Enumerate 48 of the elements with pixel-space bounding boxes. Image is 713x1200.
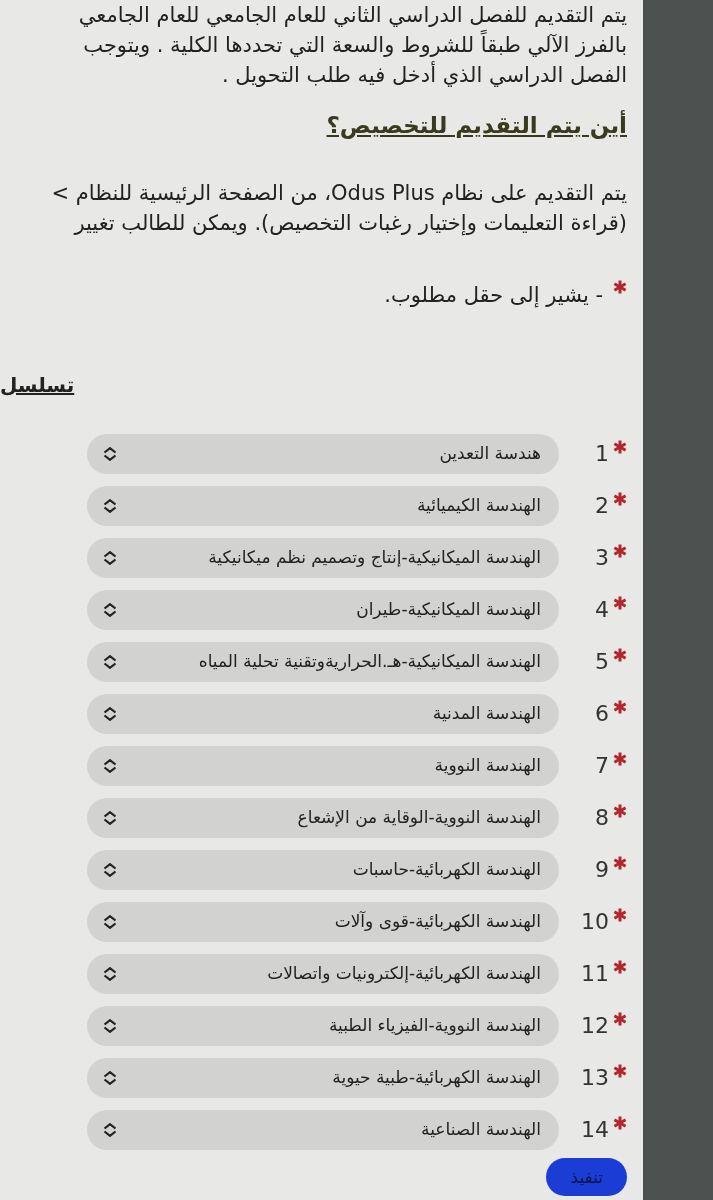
preference-number: 13 <box>581 1064 609 1092</box>
chevron-updown-icon <box>103 863 117 877</box>
preference-select[interactable]: الهندسة الميكانيكية-هـ.الحراريةوتقنية تحلية المياه <box>87 642 559 682</box>
preference-number: 1 <box>595 440 609 468</box>
preference-select[interactable]: الهندسة الكهربائية-طبية حيوية <box>87 1058 559 1098</box>
preference-number: 7 <box>595 752 609 780</box>
preference-number: 4 <box>595 596 609 624</box>
chevron-updown-icon <box>103 759 117 773</box>
preference-select[interactable]: الهندسة المدنية <box>87 694 559 734</box>
chevron-updown-icon <box>103 811 117 825</box>
preference-number: 10 <box>581 908 609 936</box>
preference-number: 9 <box>595 856 609 884</box>
preference-select[interactable]: الهندسة الكيميائية <box>87 486 559 526</box>
chevron-updown-icon <box>103 1019 117 1033</box>
chevron-updown-icon <box>103 551 117 565</box>
preference-number: 11 <box>581 960 609 988</box>
preference-select[interactable]: الهندسة الميكانيكية-طيران <box>87 590 559 630</box>
preference-select[interactable]: الهندسة النووية-الوقاية من الإشعاع <box>87 798 559 838</box>
chevron-updown-icon <box>103 707 117 721</box>
chevron-updown-icon <box>103 447 117 461</box>
chevron-updown-icon <box>103 1071 117 1085</box>
intro-paragraph: يتم التقديم للفصل الدراسي الثاني للعام الجامعي للعام الجامعي بالفرز الآلي طبقاً للشروط والسعة التي تحددها الكلية . ويتوجب الفصل الدراسي الذي أدخل فيه طلب التحويل . <box>77 2 627 89</box>
chevron-updown-icon <box>103 1123 117 1137</box>
required-note: - يشير إلى حقل مطلوب. <box>384 282 603 310</box>
chevron-updown-icon <box>103 915 117 929</box>
chevron-updown-icon <box>103 967 117 981</box>
preference-number: 8 <box>595 804 609 832</box>
preference-number: 6 <box>595 700 609 728</box>
preference-select[interactable]: الهندسة الكهربائية-حاسبات <box>87 850 559 890</box>
chevron-updown-icon <box>103 603 117 617</box>
preference-select[interactable]: الهندسة الكهربائية-إلكترونيات واتصالات <box>87 954 559 994</box>
preference-number: 2 <box>595 492 609 520</box>
preference-number: 5 <box>595 648 609 676</box>
preference-number: 14 <box>581 1116 609 1144</box>
chevron-updown-icon <box>103 655 117 669</box>
preference-select[interactable]: الهندسة النووية-الفيزياء الطبية <box>87 1006 559 1046</box>
preference-number: 12 <box>581 1012 609 1040</box>
asterisk-icon <box>613 280 627 294</box>
section-heading: أين يتم التقديم للتخصيص؟ <box>325 109 627 141</box>
chevron-updown-icon <box>103 499 117 513</box>
preference-select[interactable]: الهندسة النووية <box>87 746 559 786</box>
instructions-paragraph: يتم التقديم على نظام Odus Plus، من الصفحة الرئيسية للنظام > (قراءة التعليمات وإختيار رغبات التخصيص). ويمكن للطالب تغيير <box>50 180 627 238</box>
preference-select[interactable]: الهندسة الكهربائية-قوى وآلات <box>87 902 559 942</box>
preference-number: 3 <box>595 544 609 572</box>
preference-select[interactable]: الهندسة الميكانيكية-إنتاج وتصميم نظم ميكانيكية <box>87 538 559 578</box>
preference-select[interactable]: هندسة التعدين <box>87 434 559 474</box>
preference-select[interactable]: الهندسة الصناعية <box>87 1110 559 1150</box>
list-heading: تسلسل <box>0 372 75 399</box>
